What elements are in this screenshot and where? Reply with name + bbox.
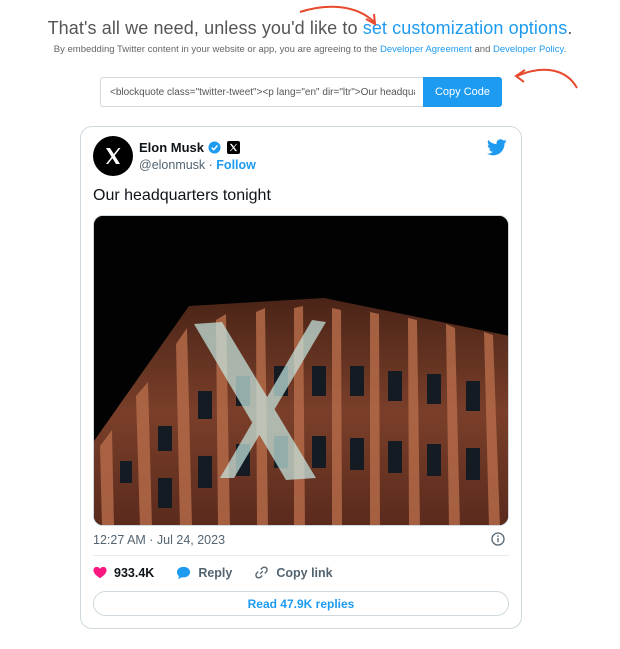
developer-agreement-link[interactable]: Developer Agreement: [380, 44, 472, 55]
info-icon[interactable]: [491, 532, 505, 546]
copy-link-label: Copy link: [276, 565, 333, 580]
author-handle-row: @elonmusk · Follow: [139, 158, 256, 172]
tweet-divider: [93, 555, 509, 556]
author-handle[interactable]: @elonmusk: [139, 158, 205, 172]
terms-notice: By embedding Twitter content in your web…: [0, 44, 620, 55]
author-display-name[interactable]: Elon Musk: [139, 140, 204, 155]
headline-text: That's all we need, unless you'd like to: [47, 18, 363, 38]
tweet-actions: 933.4K Reply Copy link: [93, 565, 355, 580]
avatar[interactable]: [93, 136, 133, 176]
like-button[interactable]: 933.4K: [93, 566, 154, 580]
heart-icon: [93, 566, 107, 579]
headquarters-building-image: [94, 216, 508, 525]
read-replies-button[interactable]: Read 47.9K replies: [93, 591, 509, 616]
tweet-card: Elon Musk @elonmusk · Follow Our headqua…: [80, 126, 522, 629]
embed-code-row: Copy Code: [100, 77, 502, 107]
x-logo-badge-icon: [227, 141, 241, 154]
embed-code-field[interactable]: [100, 77, 424, 107]
verified-badge-icon: [208, 141, 221, 154]
author-name-row: Elon Musk: [139, 140, 241, 155]
speech-bubble-icon: [177, 566, 191, 579]
copy-link-button[interactable]: Copy link: [254, 565, 333, 580]
tweet-text: Our headquarters tonight: [93, 187, 271, 204]
terms-text: By embedding Twitter content in your web…: [53, 44, 380, 55]
terms-period: .: [563, 44, 567, 55]
page-headline: That's all we need, unless you'd like to…: [0, 18, 620, 39]
follow-link[interactable]: Follow: [216, 158, 256, 172]
tweet-photo[interactable]: [93, 215, 509, 526]
annotation-arrow-right: [514, 68, 578, 89]
reply-label: Reply: [198, 565, 233, 580]
like-count: 933.4K: [114, 565, 155, 580]
customization-options-link[interactable]: set customization options: [363, 18, 568, 38]
headline-period: .: [567, 18, 573, 38]
handle-separator: ·: [205, 158, 217, 172]
twitter-bird-icon[interactable]: [487, 139, 507, 156]
developer-policy-link[interactable]: Developer Policy: [493, 44, 564, 55]
link-icon: [255, 566, 269, 579]
terms-and-text: and: [471, 44, 493, 55]
copy-code-button[interactable]: Copy Code: [423, 77, 502, 107]
reply-button[interactable]: Reply: [176, 566, 232, 580]
tweet-timestamp[interactable]: 12:27 AM · Jul 24, 2023: [93, 533, 225, 547]
x-logo-icon: [106, 148, 121, 164]
